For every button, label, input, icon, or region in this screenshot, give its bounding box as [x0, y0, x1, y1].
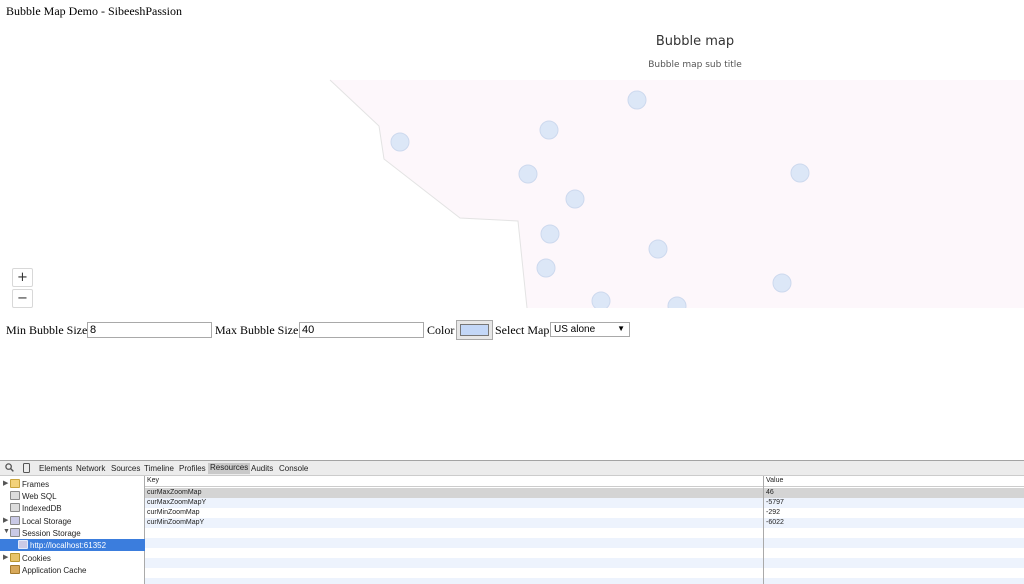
tab-timeline[interactable]: Timeline [144, 464, 174, 473]
map-bubble[interactable] [539, 120, 559, 140]
cookie-icon [10, 553, 20, 562]
inspect-search-icon[interactable] [5, 463, 14, 474]
max-bubble-size-label: Max Bubble Size [215, 323, 299, 337]
map-bubble[interactable] [648, 239, 668, 259]
tab-network[interactable]: Network [76, 464, 105, 473]
tab-elements[interactable]: Elements [39, 464, 72, 473]
tab-audits[interactable]: Audits [251, 464, 273, 473]
tree-item-cookies[interactable]: ▶ Cookies [0, 552, 145, 564]
collapse-arrow-icon[interactable]: ▼ [3, 528, 10, 535]
storage-icon [18, 540, 28, 549]
empty-row [145, 568, 1024, 578]
devtools-panel: Elements Network Sources Timeline Profil… [0, 460, 1024, 584]
key-column-header[interactable]: Key [147, 477, 159, 484]
zoom-out-button[interactable]: − [12, 289, 33, 308]
storage-icon [10, 516, 20, 525]
table-row[interactable]: curMinZoomMap -292 [145, 508, 1024, 518]
database-icon [10, 503, 20, 512]
tree-item-localhost[interactable]: http://localhost:61352 [0, 539, 145, 551]
tree-item-session-storage[interactable]: ▼ Session Storage [0, 527, 145, 539]
map-bubble[interactable] [790, 163, 810, 183]
select-map-value: US alone [554, 324, 596, 335]
table-row[interactable]: curMaxZoomMap 46 [145, 488, 1024, 498]
min-bubble-size-input[interactable] [87, 322, 212, 338]
expand-arrow-icon[interactable]: ▶ [3, 553, 8, 561]
page-title: Bubble Map Demo - SibeeshPassion [6, 4, 182, 18]
resources-tree: ▶ Frames Web SQL IndexedDB ▶ Local Stora… [0, 476, 145, 584]
min-bubble-size-label: Min Bubble Size [6, 323, 88, 337]
chart-title: Bubble map [655, 34, 735, 49]
map-bubble[interactable] [390, 132, 410, 152]
map-bubble[interactable] [536, 258, 556, 278]
color-picker[interactable] [456, 320, 493, 340]
storage-icon [10, 528, 20, 537]
tab-profiles[interactable]: Profiles [179, 464, 206, 473]
map-land-region [330, 80, 1024, 308]
tree-item-application-cache[interactable]: Application Cache [0, 564, 145, 576]
value-column-header[interactable]: Value [766, 477, 783, 484]
storage-table: Key Value curMaxZoomMap 46 curMaxZoomMap… [145, 476, 1024, 584]
expand-arrow-icon[interactable]: ▶ [3, 479, 8, 487]
tree-item-indexeddb[interactable]: IndexedDB [0, 502, 145, 514]
tree-item-local-storage[interactable]: ▶ Local Storage [0, 515, 145, 527]
empty-row [145, 528, 1024, 538]
dropdown-arrow-icon: ▼ [617, 324, 625, 333]
map-bubble[interactable] [627, 90, 647, 110]
color-swatch-fill [460, 324, 489, 336]
tab-sources[interactable]: Sources [111, 464, 140, 473]
folder-icon [10, 479, 20, 488]
empty-row [145, 538, 1024, 548]
select-map-dropdown[interactable]: US alone ▼ [550, 322, 630, 337]
device-mode-icon[interactable] [23, 463, 30, 475]
color-label: Color [427, 323, 455, 337]
empty-row [145, 558, 1024, 568]
tree-item-frames[interactable]: ▶ Frames [0, 478, 145, 490]
table-row[interactable]: curMinZoomMapY -6022 [145, 518, 1024, 528]
map-bubble[interactable] [565, 189, 585, 209]
table-header: Key Value [145, 476, 1024, 487]
expand-arrow-icon[interactable]: ▶ [3, 516, 8, 524]
column-divider[interactable] [763, 476, 764, 584]
bubble-map-chart[interactable]: Bubble map Bubble map sub title [0, 22, 1024, 308]
tab-console[interactable]: Console [279, 464, 308, 473]
map-bubble[interactable] [518, 164, 538, 184]
map-bubble[interactable] [591, 291, 611, 308]
zoom-in-button[interactable]: + [12, 268, 33, 287]
database-icon [10, 491, 20, 500]
max-bubble-size-input[interactable] [299, 322, 424, 338]
map-bubble[interactable] [540, 224, 560, 244]
map-bubble[interactable] [772, 273, 792, 293]
devtools-toolbar: Elements Network Sources Timeline Profil… [0, 461, 1024, 476]
chart-subtitle: Bubble map sub title [648, 60, 742, 70]
cache-icon [10, 565, 20, 574]
tree-item-web-sql[interactable]: Web SQL [0, 490, 145, 502]
tab-resources[interactable]: Resources [208, 463, 251, 474]
empty-row [145, 578, 1024, 584]
table-row[interactable]: curMaxZoomMapY -5797 [145, 498, 1024, 508]
select-map-label: Select Map [495, 323, 550, 337]
empty-row [145, 548, 1024, 558]
